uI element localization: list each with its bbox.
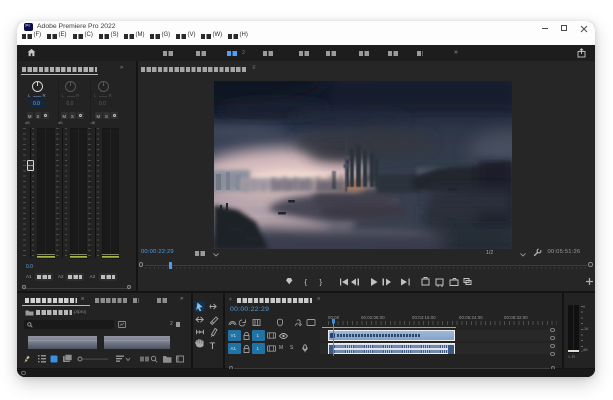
svg-text:{: { bbox=[305, 278, 308, 287]
svg-text:T: T bbox=[210, 341, 216, 352]
svg-text:}: } bbox=[320, 278, 323, 287]
